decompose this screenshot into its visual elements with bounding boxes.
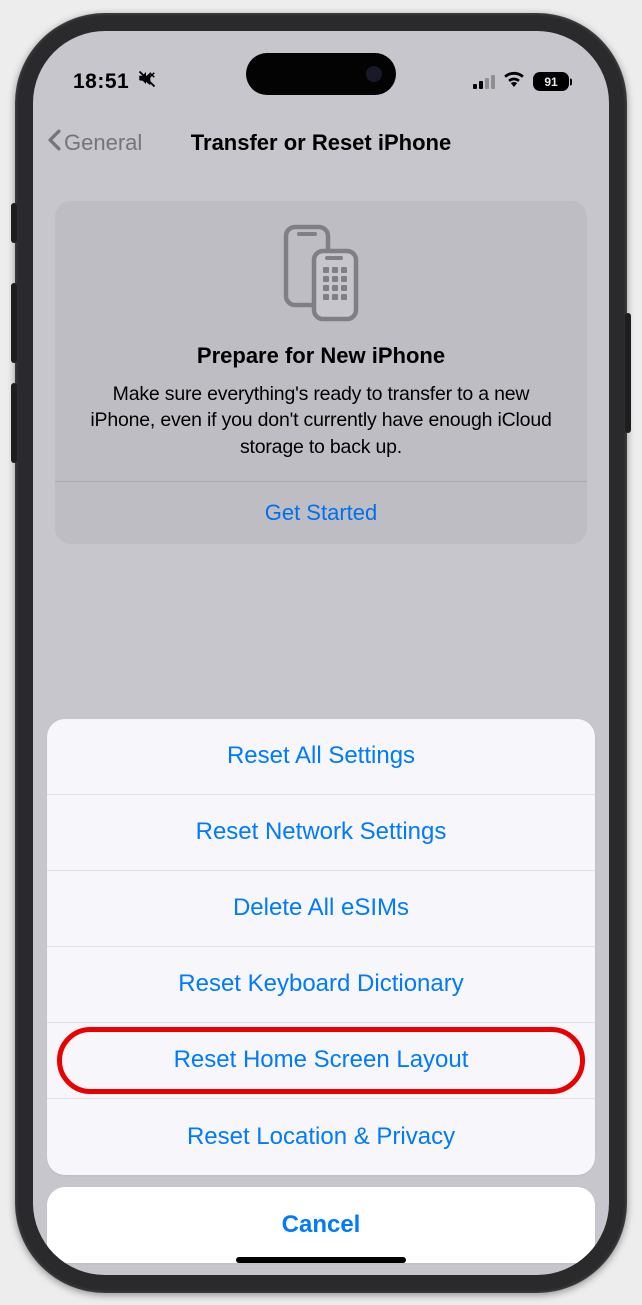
action-sheet-item[interactable]: Delete All eSIMs <box>47 871 595 947</box>
action-sheet-item[interactable]: Reset All Settings <box>47 719 595 795</box>
silence-switch <box>11 203 17 243</box>
action-sheet-options: Reset All Settings Reset Network Settings… <box>47 719 595 1175</box>
action-sheet-item-label: Reset Network Settings <box>196 818 447 846</box>
action-sheet-item-label: Delete All eSIMs <box>233 894 409 922</box>
action-sheet-item[interactable]: Reset Keyboard Dictionary <box>47 947 595 1023</box>
screen: 18:51 91 General <box>33 31 609 1275</box>
volume-up-button <box>11 283 17 363</box>
phone-frame: 18:51 91 General <box>15 13 627 1293</box>
action-sheet: Reset All Settings Reset Network Settings… <box>47 719 595 1263</box>
action-sheet-item-label: Reset Keyboard Dictionary <box>178 970 463 998</box>
action-sheet-item-label: Reset Home Screen Layout <box>174 1046 469 1074</box>
action-sheet-item-label: Reset All Settings <box>227 742 415 770</box>
action-sheet-item[interactable]: Reset Home Screen Layout <box>47 1023 595 1099</box>
action-sheet-item[interactable]: Reset Location & Privacy <box>47 1099 595 1175</box>
action-sheet-item-label: Reset Location & Privacy <box>187 1123 455 1151</box>
volume-down-button <box>11 383 17 463</box>
home-indicator[interactable] <box>236 1257 406 1263</box>
action-sheet-item[interactable]: Reset Network Settings <box>47 795 595 871</box>
power-button <box>625 313 631 433</box>
cancel-button[interactable]: Cancel <box>47 1187 595 1263</box>
